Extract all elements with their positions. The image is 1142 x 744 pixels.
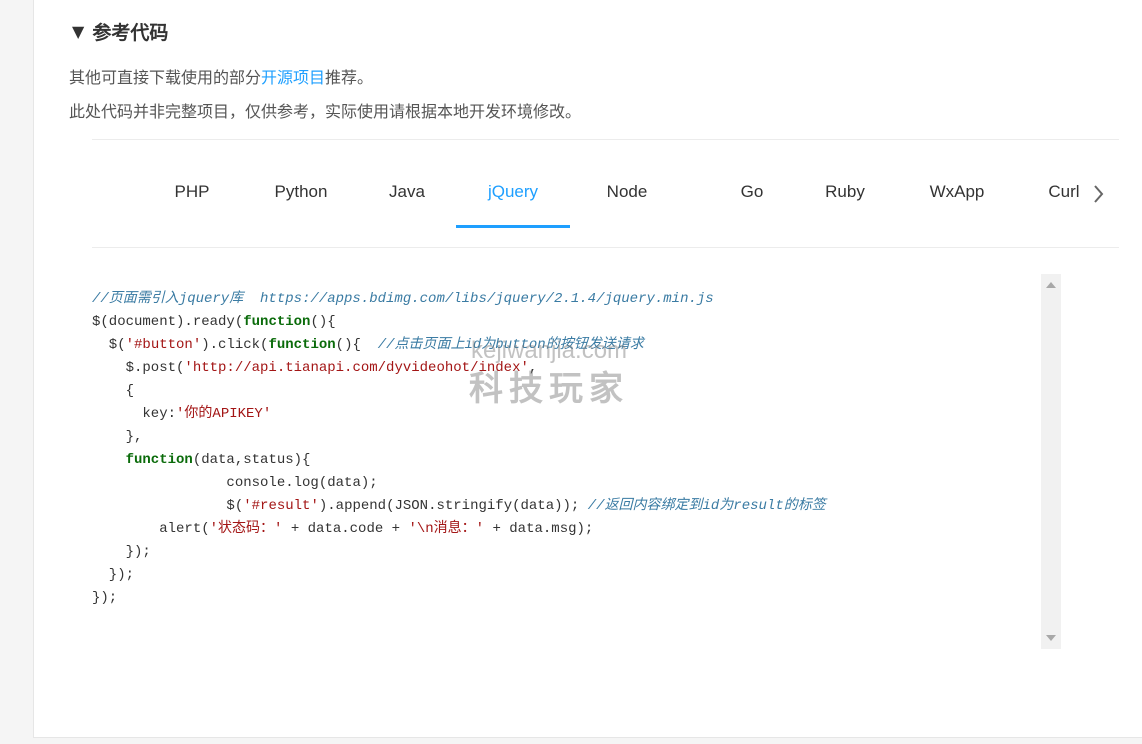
code-string: '#result' [243, 498, 319, 514]
code-text: + data.msg); [484, 521, 594, 537]
language-tabs: PHP Python Java jQuery Node Go Ruby WxAp… [92, 160, 1119, 228]
code-text: $.post( [92, 360, 185, 376]
code-scrollbar[interactable] [1041, 274, 1061, 649]
tab-jquery[interactable]: jQuery [456, 160, 570, 228]
tab-python[interactable]: Python [268, 160, 334, 228]
code-text: console.log(data); [92, 475, 378, 491]
tab-curl[interactable]: Curl [1046, 160, 1082, 228]
code-string: '状态码：' [209, 521, 283, 537]
description-suffix: 推荐。 [325, 68, 374, 87]
section-title: 参考代码 [92, 22, 169, 44]
code-comment: //点击页面上id为button的按钮发送请求 [377, 337, 644, 353]
code-text: alert( [92, 521, 210, 537]
code-string: '\n消息：' [408, 521, 485, 537]
tab-java[interactable]: Java [384, 160, 430, 228]
tab-node[interactable]: Node [598, 160, 656, 228]
code-comment: //返回内容绑定到id为result的标签 [587, 498, 826, 514]
description-line-1: 其他可直接下载使用的部分开源项目推荐。 [69, 64, 373, 88]
collapse-caret-icon[interactable]: ▼ [72, 22, 84, 41]
content-panel: ▼ 参考代码 其他可直接下载使用的部分开源项目推荐。 此处代码并非完整项目，仅供… [33, 0, 1142, 738]
code-content: //页面需引入jquery库 https://apps.bdimg.com/li… [92, 288, 826, 610]
code-text: $( [92, 498, 244, 514]
description-line-2: 此处代码并非完整项目，仅供参考，实际使用请根据本地开发环境修改。 [69, 102, 582, 121]
code-text: ).append(JSON.stringify(data)); [318, 498, 588, 514]
code-string: '#button' [125, 337, 202, 353]
code-text: + data.code + [282, 521, 409, 537]
code-string: 'http://api.tianapi.com/dyvideohot/index… [184, 360, 529, 376]
divider-top [92, 139, 1119, 140]
code-keyword: function [268, 337, 336, 353]
scroll-up-arrow-icon[interactable] [1046, 282, 1056, 288]
code-text: }); [92, 590, 118, 606]
divider-bottom [92, 247, 1119, 248]
code-text: }); [92, 567, 135, 583]
code-block[interactable]: //页面需引入jquery库 https://apps.bdimg.com/li… [92, 274, 1097, 649]
code-text: }); [92, 544, 151, 560]
section-header[interactable]: ▼ 参考代码 [72, 18, 168, 45]
tab-go[interactable]: Go [732, 160, 772, 228]
tab-php[interactable]: PHP [169, 160, 215, 228]
description-prefix: 其他可直接下载使用的部分 [69, 68, 262, 87]
code-text: ).click( [201, 337, 269, 353]
code-keyword: function [92, 452, 193, 468]
code-text: $( [92, 337, 126, 353]
code-keyword: function [243, 314, 311, 330]
code-comment: //页面需引入jquery库 https://apps.bdimg.com/li… [92, 291, 714, 307]
code-text: (){ [335, 337, 378, 353]
scroll-down-arrow-icon[interactable] [1046, 635, 1056, 641]
code-text: (data,status){ [192, 452, 311, 468]
tab-wxapp[interactable]: WxApp [924, 160, 990, 228]
open-source-projects-link[interactable]: 开源项目 [261, 68, 325, 87]
code-text: key: [92, 406, 177, 422]
code-string: '你的APIKEY' [176, 406, 272, 422]
code-text: }, [92, 429, 143, 445]
tabs-next-chevron-icon[interactable] [1087, 182, 1111, 206]
tab-ruby[interactable]: Ruby [820, 160, 870, 228]
code-text: { [92, 383, 135, 399]
code-text: $(document).ready( [92, 314, 244, 330]
code-text: , [528, 360, 538, 376]
code-text: (){ [310, 314, 336, 330]
